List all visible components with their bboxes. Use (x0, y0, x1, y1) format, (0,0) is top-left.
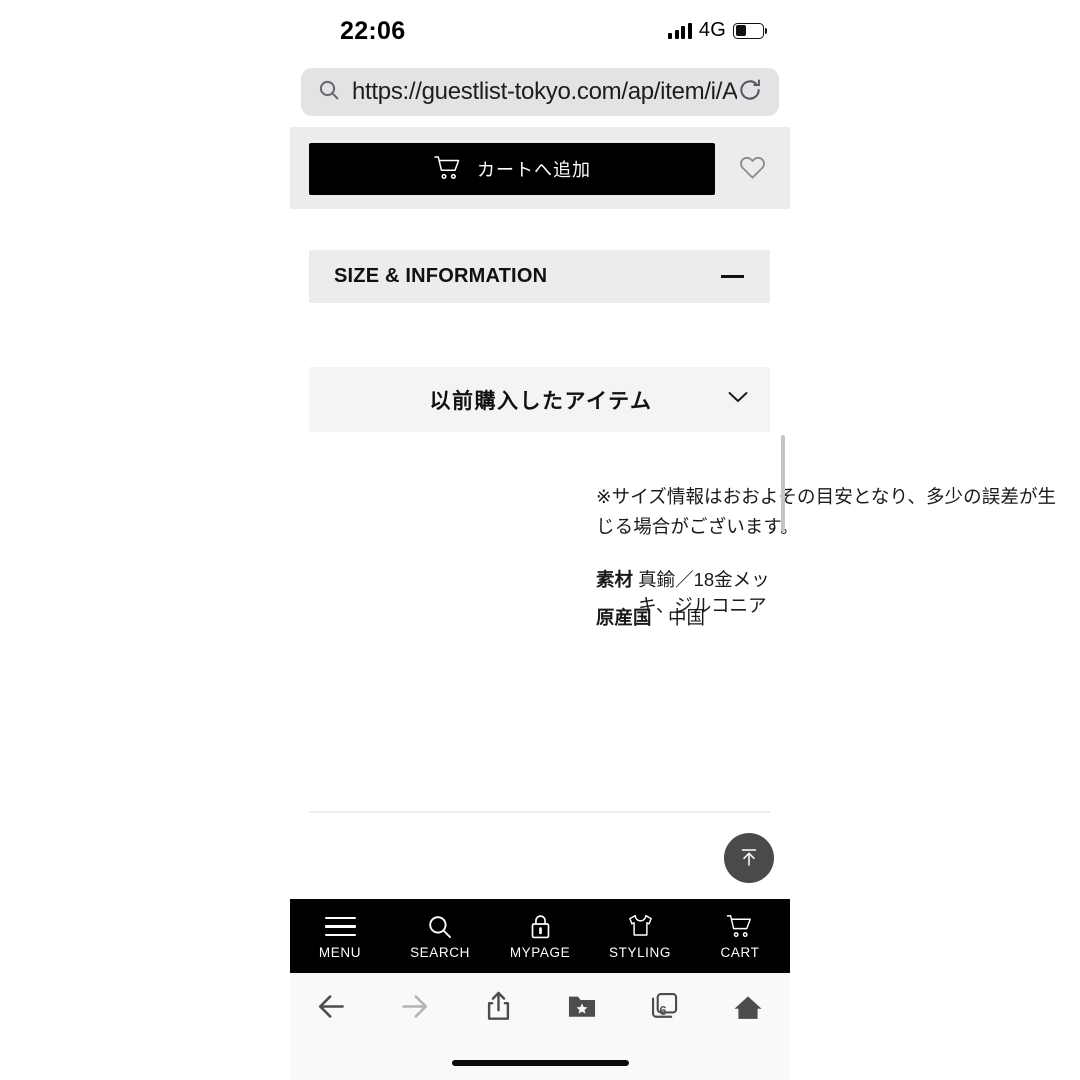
arrow-right-icon (398, 990, 431, 1028)
tshirt-icon (626, 913, 655, 941)
bookmarks-button[interactable] (540, 973, 623, 1045)
home-button[interactable] (707, 973, 790, 1045)
home-indicator (452, 1060, 629, 1066)
arrow-left-icon (315, 990, 348, 1028)
accordion-previously-purchased-title: 以前購入したアイテム (429, 389, 653, 413)
nav-label: STYLING (609, 944, 671, 960)
shopping-cart-icon (433, 154, 463, 185)
accordion-size-information-title: SIZE & INFORMATION (334, 265, 548, 287)
magnifier-icon (426, 913, 454, 941)
battery-icon (733, 22, 767, 39)
back-button[interactable] (290, 973, 373, 1045)
status-bar: 22:06 4G (290, 0, 790, 62)
search-icon (317, 78, 341, 107)
spec-value: 中国 (668, 607, 706, 628)
scroll-to-top-button[interactable] (724, 833, 774, 883)
favorite-button[interactable] (726, 143, 778, 195)
arrow-up-to-line-icon (737, 845, 761, 872)
status-bar-clock: 22:06 (340, 17, 406, 45)
browser-bottom-toolbar: 6 (290, 973, 790, 1080)
sidebar-item-mypage[interactable]: MYPAGE (490, 899, 590, 973)
sidebar-item-search[interactable]: SEARCH (390, 899, 490, 973)
tabs-button[interactable]: 6 (623, 973, 706, 1045)
tabs-icon: 6 (649, 991, 680, 1027)
hamburger-menu-icon (324, 913, 356, 941)
nav-label: MENU (318, 944, 362, 960)
minus-icon (721, 275, 744, 278)
reload-icon[interactable] (737, 77, 763, 108)
url-text: https://guestlist-tokyo.com/ap/item/i/A0… (352, 78, 737, 105)
address-bar[interactable]: https://guestlist-tokyo.com/ap/item/i/A0… (301, 68, 779, 116)
forward-button[interactable] (373, 973, 456, 1045)
add-to-cart-button[interactable]: カートへ追加 (309, 143, 715, 195)
content-divider (309, 811, 770, 813)
nav-label: MYPAGE (509, 944, 571, 960)
add-to-cart-label: カートへ追加 (477, 160, 591, 180)
accordion-previously-purchased[interactable]: 以前購入したアイテム (309, 367, 770, 432)
signal-bars-icon (668, 22, 692, 39)
network-type-label: 4G (698, 19, 726, 41)
screenshot-root: 22:06 4G https://guestlist-tokyo.com/ap/… (0, 0, 1080, 1080)
spec-label: 原産国 (596, 607, 652, 628)
folder-star-icon (566, 992, 598, 1027)
size-disclaimer-text: ※サイズ情報はおおよその目安となり、多少の誤差が生じる場合がございます。 (596, 486, 1057, 537)
vertical-scrollbar[interactable] (781, 435, 785, 532)
nav-label: SEARCH (410, 944, 470, 960)
chevron-down-icon (728, 391, 748, 409)
nav-label: CART (720, 944, 760, 960)
phone-viewport: 22:06 4G https://guestlist-tokyo.com/ap/… (290, 0, 1056, 1080)
heart-icon (737, 153, 768, 185)
accordion-size-information[interactable]: SIZE & INFORMATION (309, 250, 770, 303)
browser-address-bar-container: https://guestlist-tokyo.com/ap/item/i/A0… (290, 68, 790, 116)
share-icon (483, 990, 514, 1028)
status-bar-indicators: 4G (668, 19, 767, 42)
share-button[interactable] (457, 973, 540, 1045)
tab-count-badge: 6 (659, 1002, 667, 1018)
site-bottom-navigation: MENU SEARCH MYPAGE STYLING CART (290, 899, 790, 973)
home-icon (732, 992, 764, 1027)
lock-icon (528, 913, 553, 941)
sidebar-item-styling[interactable]: STYLING (590, 899, 690, 973)
sidebar-item-menu[interactable]: MENU (290, 899, 390, 973)
shopping-cart-icon (725, 913, 755, 941)
sticky-purchase-bar: カートへ追加 (290, 127, 790, 209)
spec-row-origin: 原産国 中国 (596, 604, 705, 630)
sidebar-item-cart[interactable]: CART (690, 899, 790, 973)
